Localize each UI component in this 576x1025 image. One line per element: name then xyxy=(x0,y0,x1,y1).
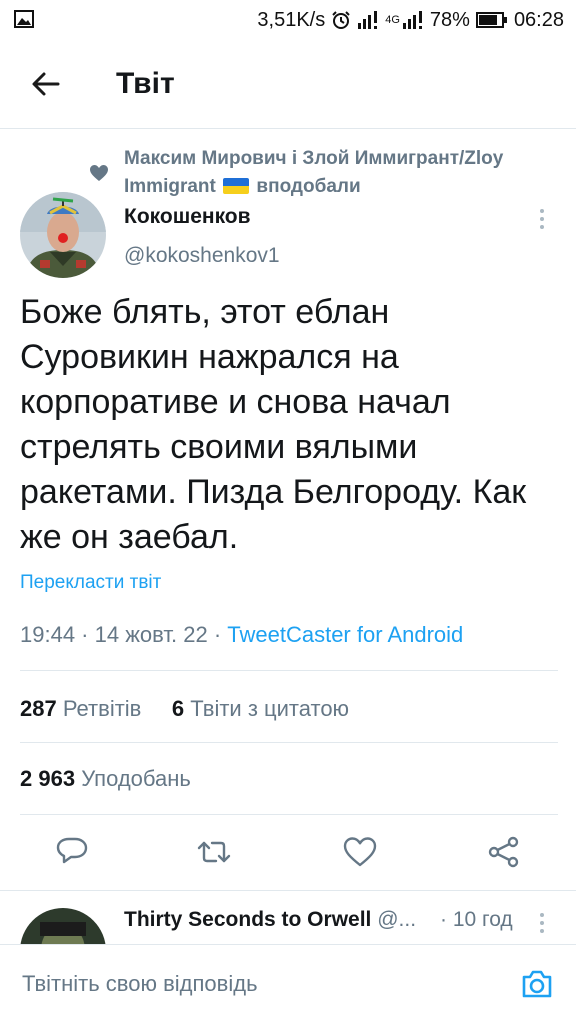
quotes-stat[interactable]: 6 Твіти з цитатою xyxy=(172,696,349,721)
avatar-image xyxy=(20,192,106,278)
heart-filled-icon xyxy=(90,165,108,181)
reply-author-handle: @... xyxy=(377,908,417,931)
network-type: 4G xyxy=(385,13,400,26)
more-vertical-icon[interactable] xyxy=(534,206,550,232)
tweet-text: Боже блять, этот еблан Суровикин нажралс… xyxy=(20,293,527,556)
reply-time: · 10 год xyxy=(440,908,513,931)
divider xyxy=(0,890,576,891)
page-title: Твіт xyxy=(116,67,175,100)
divider xyxy=(20,670,558,671)
share-icon[interactable] xyxy=(486,834,522,870)
author-avatar[interactable] xyxy=(20,192,106,278)
like-heart-icon[interactable] xyxy=(342,834,378,870)
gallery-notification-icon xyxy=(14,10,34,28)
signal-icon xyxy=(358,11,378,29)
clock: 06:28 xyxy=(513,8,564,31)
battery-icon xyxy=(475,12,507,28)
back-arrow-icon[interactable] xyxy=(28,66,64,102)
tweet-time: 19:44 xyxy=(20,622,76,647)
likes-label: Уподобань xyxy=(81,766,191,791)
network-speed: 3,51K/s xyxy=(257,8,326,31)
liked-by-line-2[interactable]: Immigrant вподобали xyxy=(124,173,564,201)
reply-icon[interactable] xyxy=(54,834,90,870)
reply-composer-bar xyxy=(0,944,576,1025)
quotes-count: 6 xyxy=(171,696,185,721)
retweets-count: 287 xyxy=(20,696,57,721)
battery-percent: 78% xyxy=(429,8,470,31)
author-name[interactable]: Кокошенков xyxy=(124,205,251,229)
alarm-icon xyxy=(332,11,350,29)
reply-author[interactable]: Thirty Seconds to Orwell @... xyxy=(124,908,416,932)
tweet-date: 14 жовт. 22 xyxy=(94,622,208,647)
app-header: Твіт xyxy=(0,40,576,129)
liked-by-line-1[interactable]: Максим Мирович і Злой Иммигрант/Zloy xyxy=(124,145,564,173)
divider xyxy=(20,742,558,743)
status-indicators: 3,51K/s 4G 78% 06:28 xyxy=(257,7,564,33)
author-handle[interactable]: @kokoshenkov1 xyxy=(124,244,280,268)
status-bar: 3,51K/s 4G 78% 06:28 xyxy=(0,0,576,40)
retweet-stats-row: 287 Ретвітів 6 Твіти з цитатою xyxy=(20,696,349,722)
ukraine-flag-icon xyxy=(223,178,250,194)
retweets-stat[interactable]: 287 Ретвітів xyxy=(20,696,141,721)
reply-author-name: Thirty Seconds to Orwell xyxy=(124,908,372,931)
reply-input[interactable] xyxy=(22,971,482,997)
more-vertical-icon[interactable] xyxy=(534,910,550,936)
likes-stats-row[interactable]: 2 963 Уподобань xyxy=(20,766,191,792)
retweets-label: Ретвітів xyxy=(62,696,142,721)
translate-tweet-link[interactable]: Перекласти твіт xyxy=(20,572,161,594)
divider xyxy=(20,814,558,815)
tweet-meta: 19:44 · 14 жовт. 22 · TweetCaster for An… xyxy=(20,622,464,647)
likes-count: 2 963 xyxy=(20,766,76,791)
signal-4g-icon xyxy=(402,11,422,29)
liked-by-suffix: вподобали xyxy=(256,176,361,197)
camera-icon[interactable] xyxy=(520,967,554,1001)
tweet-source-link[interactable]: TweetCaster for Android xyxy=(227,622,463,647)
retweet-icon[interactable] xyxy=(196,834,232,870)
quotes-label: Твіти з цитатою xyxy=(190,696,350,721)
reply-time-value: 10 год xyxy=(452,908,513,931)
liked-by-name: Immigrant xyxy=(124,176,216,197)
